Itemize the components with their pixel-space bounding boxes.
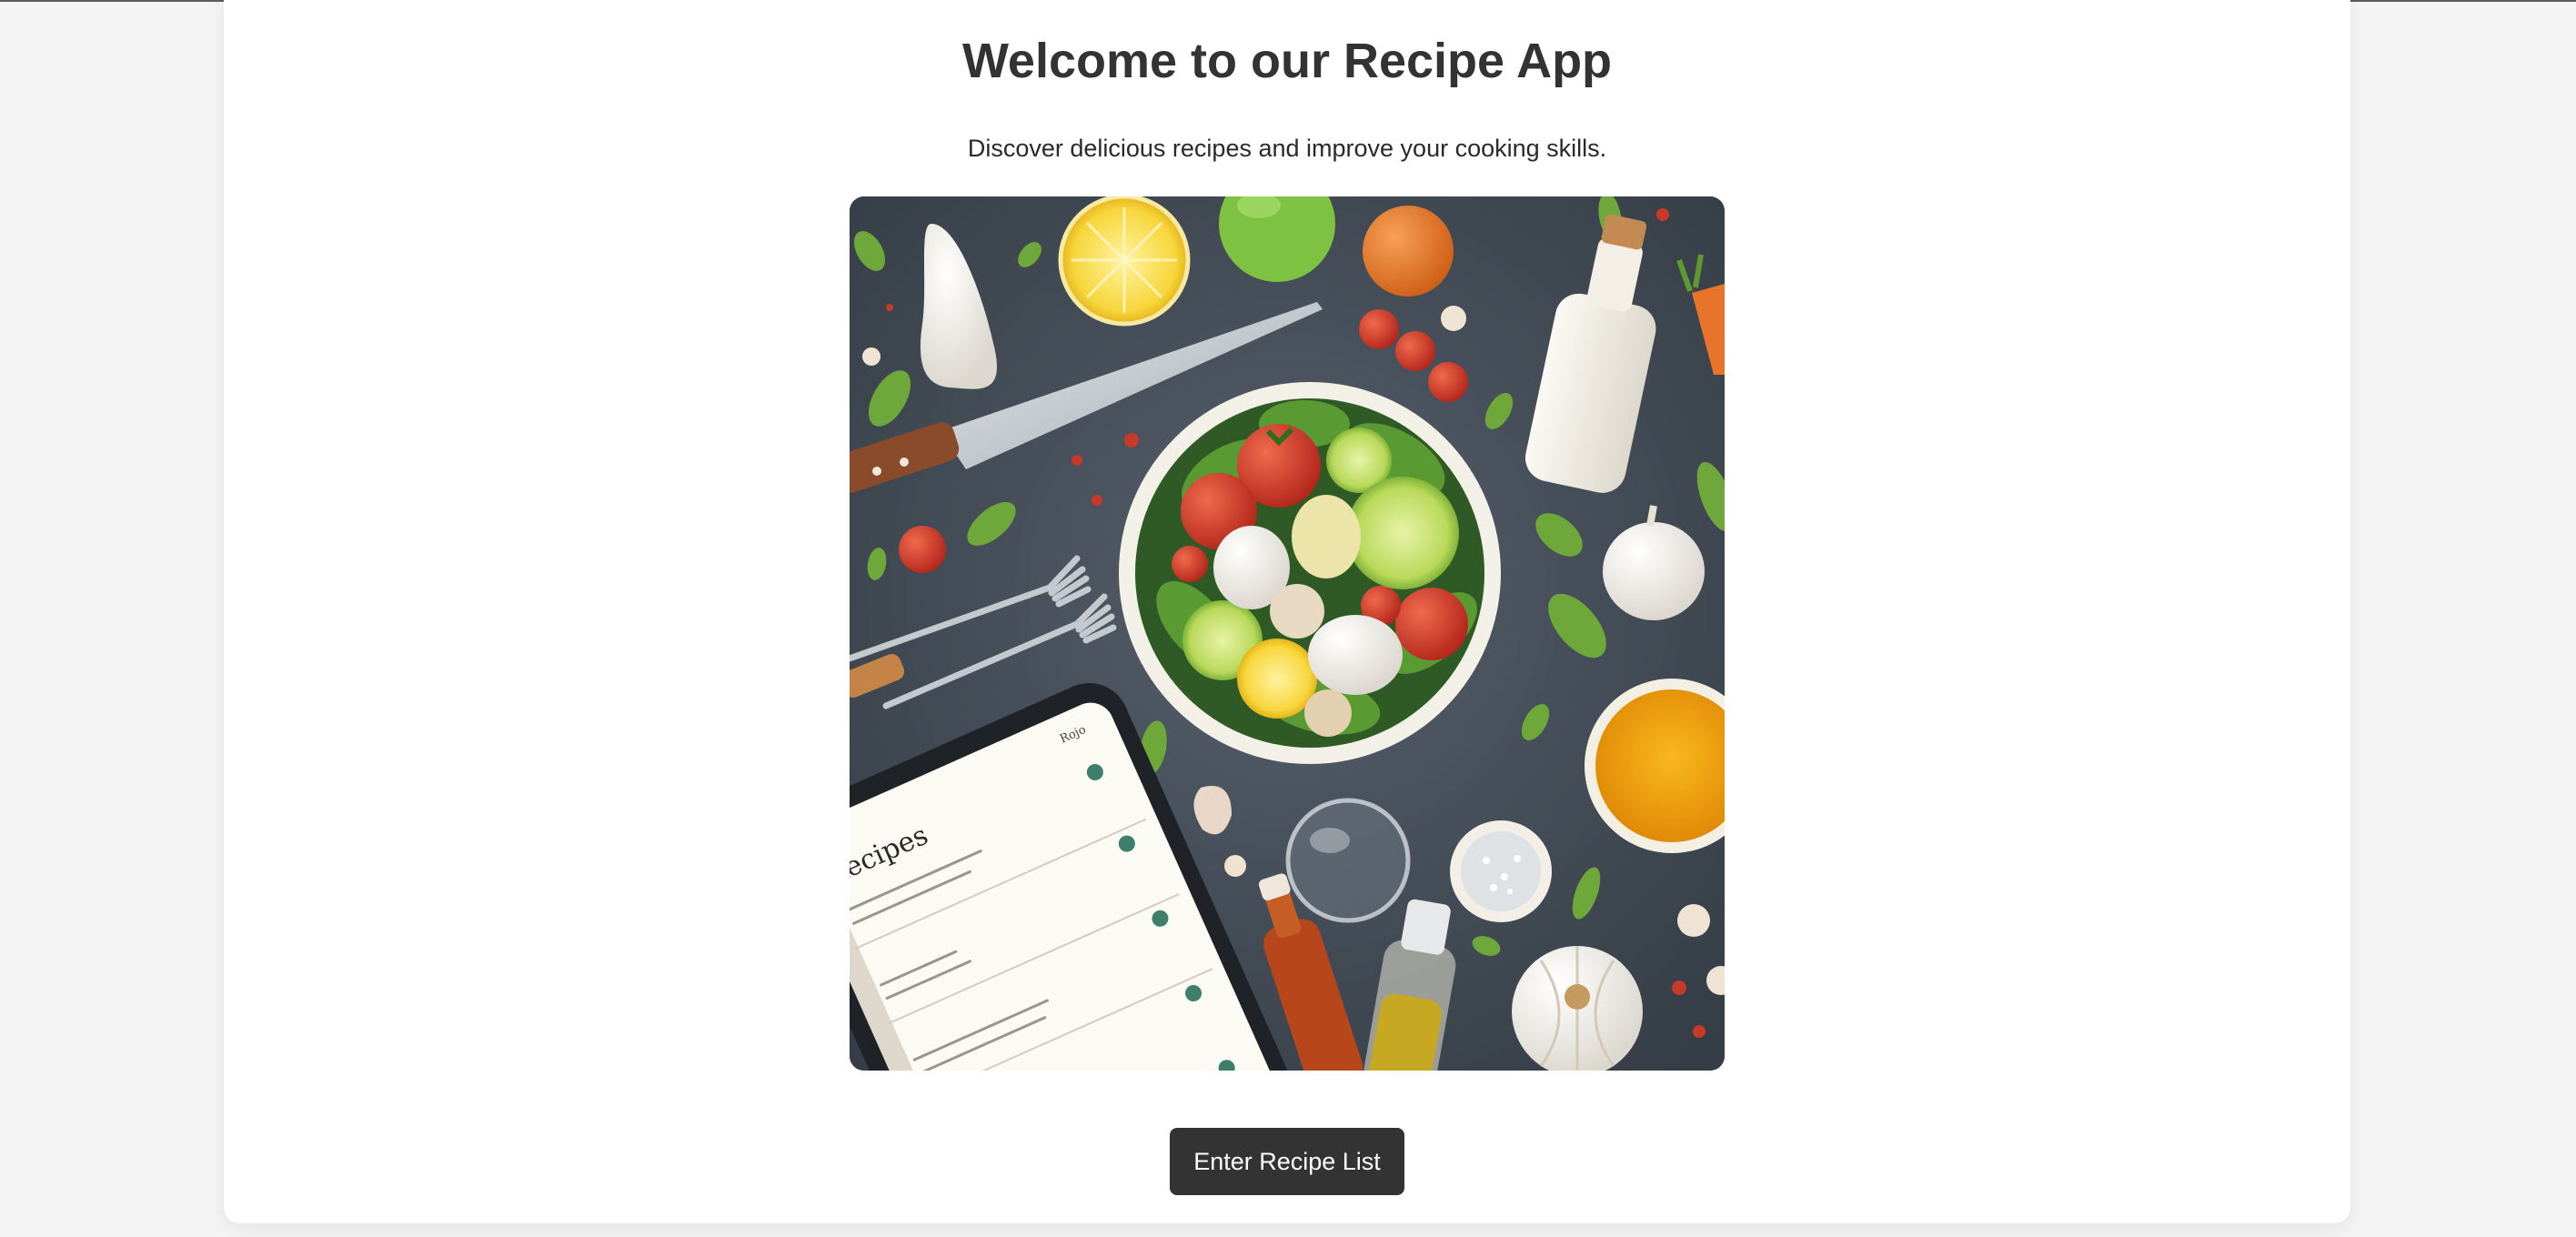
hero-image: Recipes Rojo	[850, 196, 1725, 1071]
page-subtitle: Discover delicious recipes and improve y…	[967, 135, 1607, 162]
page-title: Welcome to our Recipe App	[961, 34, 1613, 88]
enter-recipe-list-button[interactable]: Enter Recipe List	[1170, 1128, 1404, 1195]
welcome-card: Welcome to our Recipe App Discover delic…	[224, 0, 2350, 1223]
